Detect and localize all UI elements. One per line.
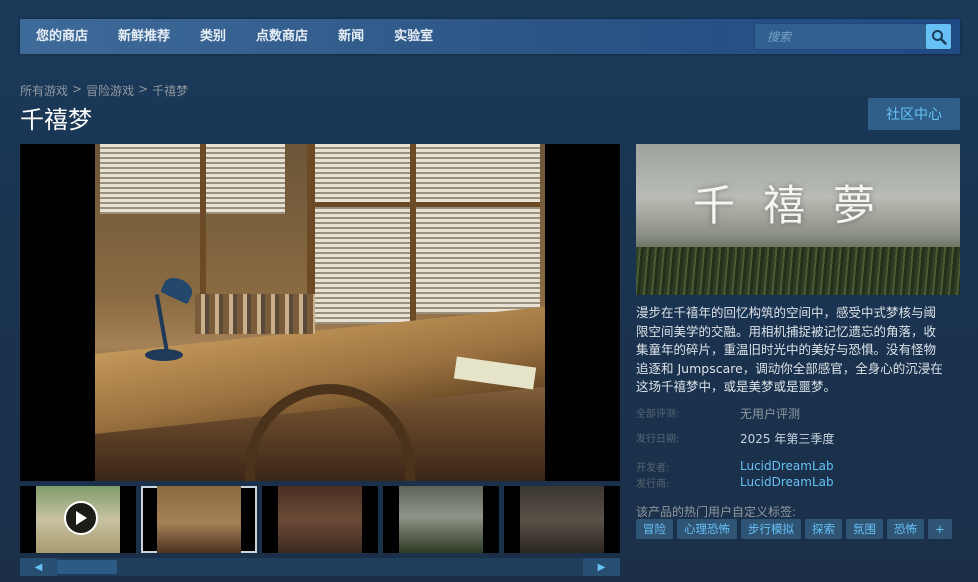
thumbnail-video[interactable] xyxy=(20,486,136,553)
reviews-value: 无用户评测 xyxy=(740,407,801,421)
search-icon xyxy=(931,29,947,45)
tag-psychological-horror[interactable]: 心理恐怖 xyxy=(677,519,737,539)
breadcrumb: 所有游戏 > 冒险游戏 > 千禧梦 xyxy=(20,82,188,99)
game-header-capsule: 千禧夢 xyxy=(636,144,960,295)
nav-your-store[interactable]: 您的商店 xyxy=(20,19,103,54)
scroll-left-arrow-icon[interactable]: ◀ xyxy=(20,558,57,576)
thumbnail-screenshot-1[interactable] xyxy=(141,486,257,553)
thumbnail-scrollbar[interactable]: ◀ ▶ xyxy=(20,558,620,576)
reviews-label: 全部评测: xyxy=(636,409,680,420)
breadcrumb-separator: > xyxy=(138,82,149,96)
add-tag-button[interactable]: + xyxy=(928,519,952,539)
tag-walking-simulator[interactable]: 步行模拟 xyxy=(741,519,801,539)
search-button[interactable] xyxy=(926,24,951,49)
scroll-handle[interactable] xyxy=(57,560,117,574)
nav-points-shop[interactable]: 点数商店 xyxy=(241,19,323,54)
publisher-label: 发行商: xyxy=(636,479,670,490)
release-date-label: 发行日期: xyxy=(636,434,680,445)
game-logo: 千禧夢 xyxy=(692,181,903,230)
thumbnail-screenshot-2[interactable] xyxy=(262,486,378,553)
nav-news[interactable]: 新闻 xyxy=(323,19,379,54)
nav-categories[interactable]: 类别 xyxy=(185,19,241,54)
tag-exploration[interactable]: 探索 xyxy=(805,519,842,539)
scroll-right-arrow-icon[interactable]: ▶ xyxy=(583,558,620,576)
tags-heading: 该产品的热门用户自定义标签: xyxy=(636,505,797,519)
game-description: 漫步在千禧年的回忆构筑的空间中，感受中式梦核与阈限空间美学的交融。用相机捕捉被记… xyxy=(636,305,943,395)
community-hub-button[interactable]: 社区中心 xyxy=(868,98,960,130)
breadcrumb-all-games[interactable]: 所有游戏 xyxy=(20,82,68,99)
play-icon[interactable] xyxy=(64,501,98,535)
search-input[interactable] xyxy=(755,24,926,49)
publisher-link[interactable]: LucidDreamLab xyxy=(740,475,834,489)
release-date-value: 2025 年第三季度 xyxy=(740,432,835,446)
screenshot-image xyxy=(95,144,545,481)
store-nav-bar: 您的商店 新鲜推荐 类别 点数商店 新闻 实验室 xyxy=(20,19,960,54)
tag-adventure[interactable]: 冒险 xyxy=(636,519,673,539)
thumbnail-screenshot-3[interactable] xyxy=(383,486,499,553)
breadcrumb-separator: > xyxy=(72,82,83,96)
developer-label: 开发者: xyxy=(636,463,670,474)
search-box xyxy=(754,23,952,50)
nav-new-noteworthy[interactable]: 新鲜推荐 xyxy=(103,19,185,54)
tag-list: 冒险 心理恐怖 步行模拟 探索 氛围 恐怖 + xyxy=(636,519,952,539)
breadcrumb-adventure[interactable]: 冒险游戏 xyxy=(86,82,134,99)
thumbnail-strip xyxy=(20,486,620,553)
developer-link[interactable]: LucidDreamLab xyxy=(740,459,834,473)
tag-horror[interactable]: 恐怖 xyxy=(887,519,924,539)
page-title: 千禧梦 xyxy=(20,106,92,134)
nav-labs[interactable]: 实验室 xyxy=(379,19,448,54)
tag-atmospheric[interactable]: 氛围 xyxy=(846,519,883,539)
breadcrumb-current-game[interactable]: 千禧梦 xyxy=(152,82,188,99)
main-screenshot-viewer[interactable] xyxy=(20,144,620,481)
thumbnail-screenshot-4[interactable] xyxy=(504,486,620,553)
